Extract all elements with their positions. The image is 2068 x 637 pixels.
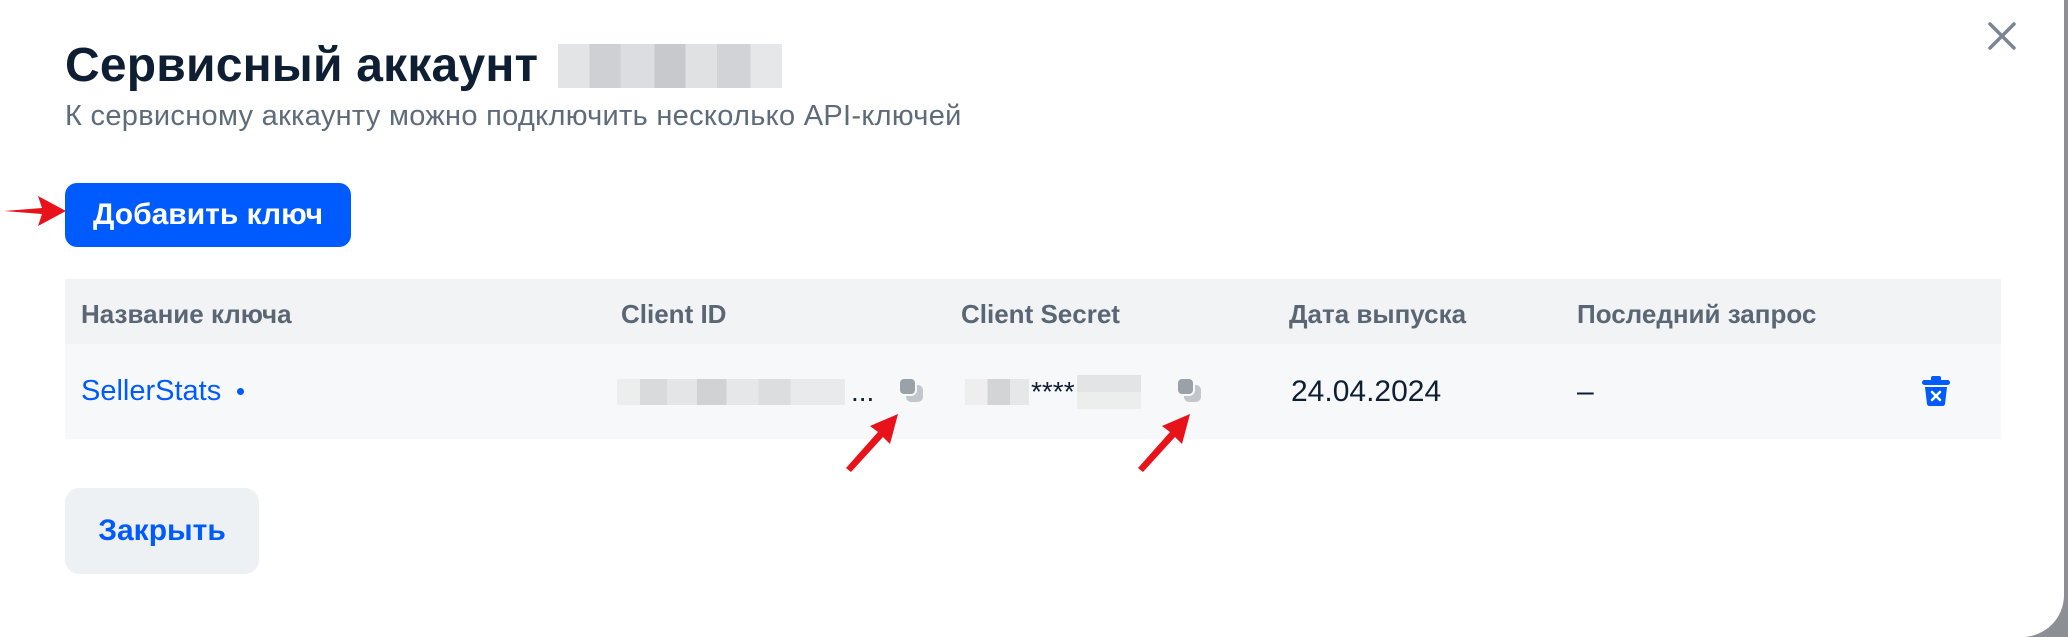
client-secret-redacted-start — [965, 378, 1029, 405]
copy-client-id-icon[interactable] — [897, 376, 925, 404]
modal-title: Сервисный аккаунт — [65, 39, 539, 92]
client-id-ellipsis: ... — [851, 375, 875, 407]
issue-date-cell: 24.04.2024 — [1291, 374, 1442, 408]
key-name-cell: SellerStats — [81, 344, 245, 439]
client-id-cell: ... — [617, 344, 874, 439]
red-arrow-annotation — [846, 414, 898, 472]
trash-icon[interactable] — [1921, 375, 1951, 407]
service-account-modal: Сервисный аккаунт К сервисному аккаунту … — [0, 0, 2064, 637]
client-id-redacted — [617, 378, 845, 405]
red-arrow-annotation — [1138, 414, 1190, 472]
column-header-last-request: Последний запрос — [1577, 299, 1817, 329]
copy-client-secret-icon[interactable] — [1175, 376, 1203, 404]
table-header: Название ключа Client ID Client Secret Д… — [65, 279, 2001, 344]
client-secret-redacted-end — [1076, 374, 1141, 409]
add-key-button[interactable]: Добавить ключ — [65, 183, 351, 247]
account-name-redacted — [558, 43, 783, 88]
status-dot — [237, 388, 245, 395]
column-header-issue-date: Дата выпуска — [1289, 299, 1467, 329]
client-secret-mask: **** — [1031, 375, 1075, 407]
close-icon[interactable] — [1984, 18, 2020, 54]
column-header-key-name: Название ключа — [81, 299, 292, 329]
red-arrow-annotation — [4, 196, 66, 226]
api-keys-table: Название ключа Client ID Client Secret Д… — [65, 279, 2001, 439]
table-row: SellerStats ... **** 24.04.2024 – — [65, 344, 2001, 439]
column-header-client-id: Client ID — [621, 299, 727, 329]
key-name-link[interactable]: SellerStats — [81, 375, 221, 408]
client-secret-cell: **** — [965, 344, 1141, 439]
modal-header: Сервисный аккаунт — [65, 38, 783, 93]
column-header-client-secret: Client Secret — [961, 299, 1120, 329]
close-button[interactable]: Закрыть — [65, 488, 259, 574]
modal-subtitle: К сервисному аккаунту можно подключить н… — [65, 100, 962, 132]
last-request-cell: – — [1577, 374, 1594, 408]
